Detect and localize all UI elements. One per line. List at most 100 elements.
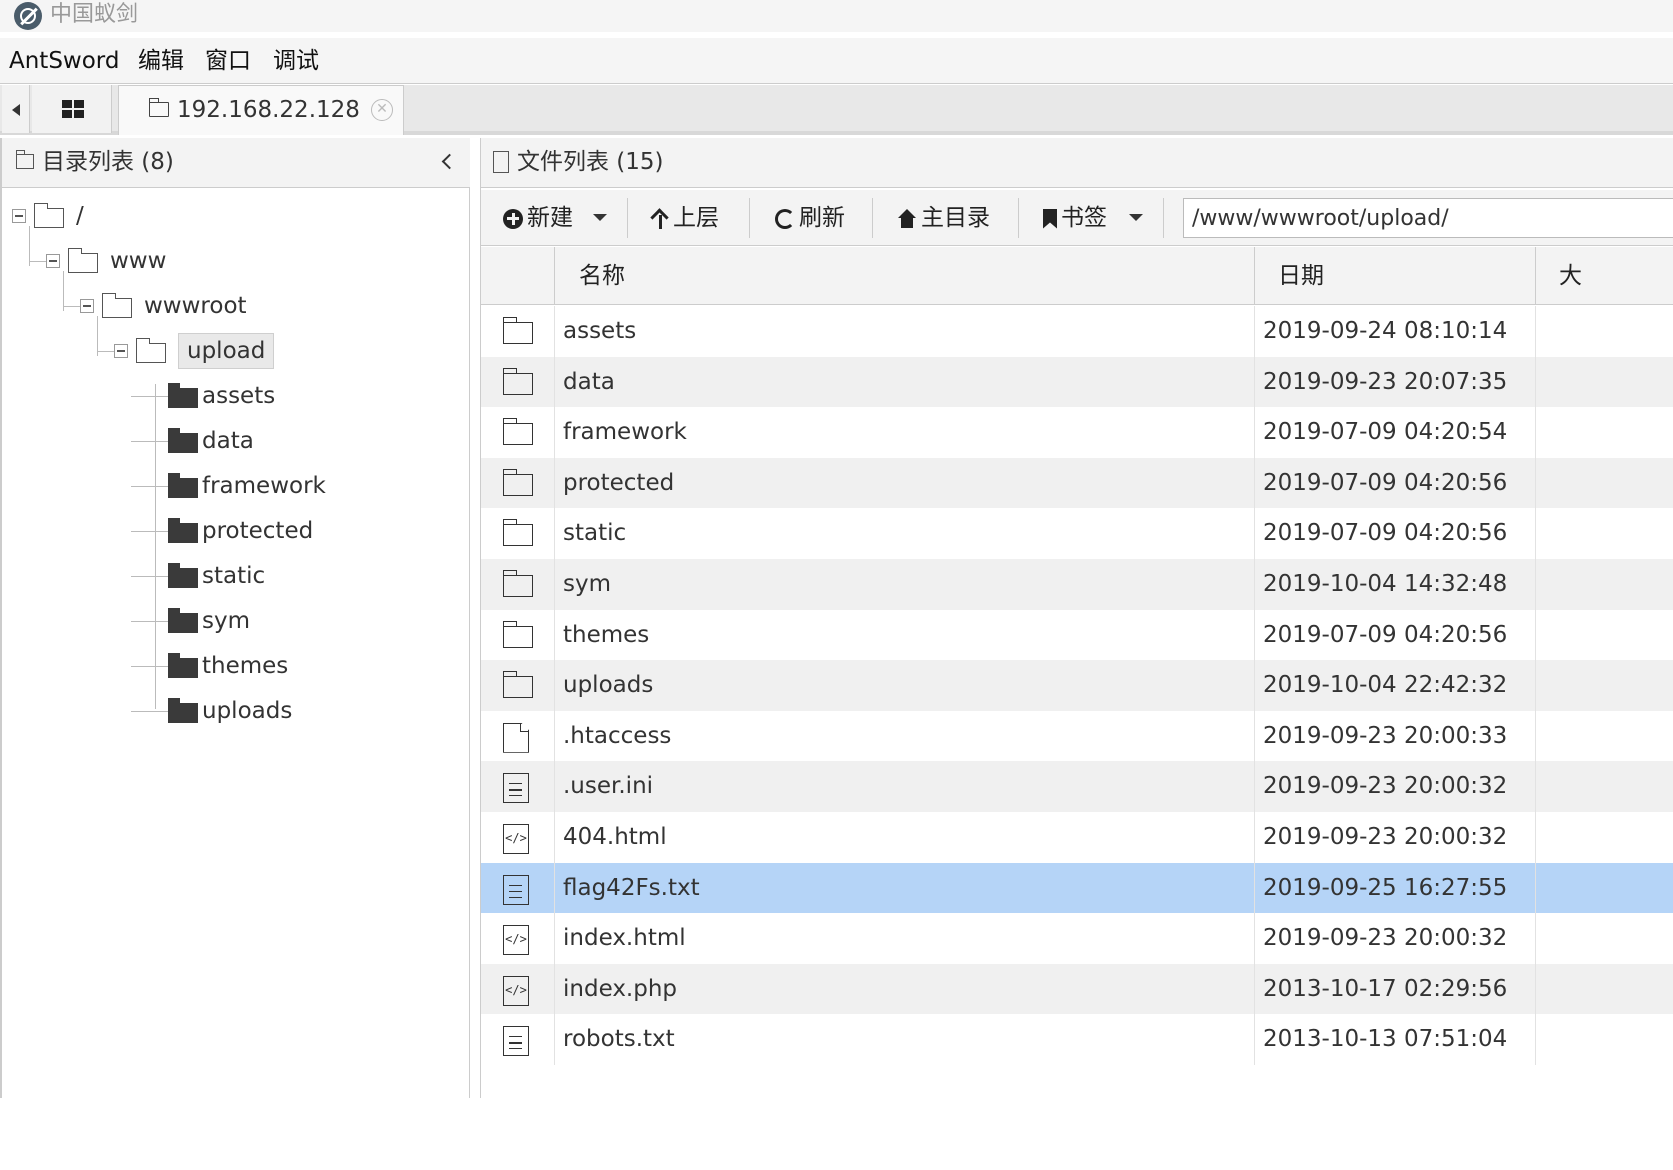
tree-node-uploads[interactable]: uploads xyxy=(148,693,442,729)
folder-icon xyxy=(168,518,198,543)
folder-icon xyxy=(168,428,198,453)
folder-icon xyxy=(148,98,169,117)
menu-debug[interactable]: 调试 xyxy=(273,38,319,84)
file-row[interactable]: themes 2019-07-09 04:20:56 xyxy=(481,609,1673,661)
file-row[interactable]: assets 2019-09-24 08:10:14 xyxy=(481,306,1673,357)
new-button[interactable]: 新建 xyxy=(503,198,573,238)
home-icon xyxy=(897,208,917,228)
file-row[interactable]: protected 2019-07-09 04:20:56 xyxy=(481,457,1673,509)
folder-icon xyxy=(502,671,533,699)
refresh-icon xyxy=(775,208,795,229)
file-name: robots.txt xyxy=(563,1026,675,1053)
file-date: 2019-09-25 16:27:55 xyxy=(1263,874,1508,901)
column-size-header[interactable]: 大 xyxy=(1559,247,1582,305)
file-row[interactable]: .user.ini 2019-09-23 20:00:32 xyxy=(481,761,1673,812)
tree-node-www[interactable]: www xyxy=(46,243,442,279)
folder-icon xyxy=(168,563,198,588)
tree-node-data[interactable]: data xyxy=(148,423,442,459)
tree-node-wwwroot[interactable]: wwwroot xyxy=(80,288,442,324)
tree-node-upload[interactable]: upload xyxy=(114,333,442,369)
tab-scroll-left-button[interactable] xyxy=(2,85,30,133)
refresh-button[interactable]: 刷新 xyxy=(775,198,845,238)
tree-node-static[interactable]: static xyxy=(148,558,442,594)
bookmark-dropdown-caret-icon[interactable] xyxy=(1129,214,1143,221)
menu-antsword[interactable]: AntSword xyxy=(9,38,119,84)
directory-panel: 目录列表 (8) / www wwwroot upload assets data fram… xyxy=(0,138,470,1098)
folder-icon xyxy=(502,367,533,395)
directory-panel-title: 目录列表 (8) xyxy=(42,149,174,175)
home-dir-label: 主目录 xyxy=(921,205,990,231)
text-file-icon xyxy=(503,874,529,905)
code-file-icon: </> xyxy=(503,925,529,956)
file-row[interactable]: </> 404.html 2019-09-23 20:00:32 xyxy=(481,811,1673,863)
file-date: 2013-10-13 07:51:04 xyxy=(1263,1026,1508,1053)
tree-node-label: protected xyxy=(202,518,314,544)
column-date-header[interactable]: 日期 xyxy=(1278,247,1324,305)
arrow-up-icon xyxy=(651,209,669,229)
tab-shell-session[interactable]: 192.168.22.128 ✕ xyxy=(118,85,404,135)
antsword-window: 中国蚁剑 AntSword 编辑 窗口 调试 192.168.22.128 ✕ … xyxy=(0,0,1673,1170)
folder-icon xyxy=(502,317,533,344)
file-row[interactable]: sym 2019-10-04 14:32:48 xyxy=(481,558,1673,610)
code-file-icon: </> xyxy=(503,975,529,1006)
folder-open-icon xyxy=(135,338,166,363)
file-date: 2019-07-09 04:20:56 xyxy=(1263,520,1508,547)
plus-circle-icon xyxy=(503,208,523,229)
file-row[interactable]: </> index.php 2013-10-17 02:29:56 xyxy=(481,963,1673,1015)
tree-node-root[interactable]: / xyxy=(12,198,442,234)
menu-edit[interactable]: 编辑 xyxy=(138,38,184,84)
tree-node-protected[interactable]: protected xyxy=(148,513,442,549)
file-icon xyxy=(503,722,529,753)
column-name-header[interactable]: 名称 xyxy=(579,247,625,305)
folder-open-icon xyxy=(67,248,98,273)
up-level-button[interactable]: 上层 xyxy=(651,198,719,238)
folder-icon xyxy=(502,519,533,547)
folder-open-icon xyxy=(33,203,64,228)
file-row[interactable]: .htaccess 2019-09-23 20:00:33 xyxy=(481,710,1673,762)
file-name: flag42Fs.txt xyxy=(563,874,700,901)
tree-node-framework[interactable]: framework xyxy=(148,468,442,504)
code-file-icon: </> xyxy=(503,823,529,854)
collapse-toggle-icon[interactable] xyxy=(80,299,94,313)
file-row[interactable]: robots.txt 2013-10-13 07:51:04 xyxy=(481,1014,1673,1065)
file-panel-header: 文件列表 (15) xyxy=(481,138,1673,188)
file-date: 2019-09-23 20:00:32 xyxy=(1263,773,1508,800)
collapse-toggle-icon[interactable] xyxy=(46,254,60,268)
file-name: uploads xyxy=(563,672,654,699)
app-title: 中国蚁剑 xyxy=(50,2,139,27)
folder-icon xyxy=(502,468,533,496)
tree-node-sym[interactable]: sym xyxy=(148,603,442,639)
file-row[interactable]: flag42Fs.txt 2019-09-25 16:27:55 xyxy=(481,862,1673,914)
tab-home[interactable] xyxy=(32,85,112,133)
home-dir-button[interactable]: 主目录 xyxy=(897,198,990,238)
file-row[interactable]: framework 2019-07-09 04:20:54 xyxy=(481,407,1673,458)
tree-node-assets[interactable]: assets xyxy=(148,378,442,414)
folder-open-icon xyxy=(101,293,132,318)
file-name: 404.html xyxy=(563,823,667,850)
grid-icon xyxy=(62,100,84,118)
file-name: framework xyxy=(563,419,687,446)
menu-window[interactable]: 窗口 xyxy=(205,38,251,84)
bookmark-label: 书签 xyxy=(1061,205,1107,231)
file-name: index.html xyxy=(563,925,686,952)
collapse-toggle-icon[interactable] xyxy=(12,209,26,223)
file-date: 2019-07-09 04:20:56 xyxy=(1263,621,1508,648)
new-button-label: 新建 xyxy=(527,205,573,231)
tab-close-icon[interactable]: ✕ xyxy=(371,99,393,121)
collapse-panel-icon[interactable] xyxy=(438,152,458,172)
new-dropdown-caret-icon[interactable] xyxy=(593,214,607,221)
bookmark-button[interactable]: 书签 xyxy=(1043,198,1107,238)
file-row[interactable]: </> index.html 2019-09-23 20:00:32 xyxy=(481,913,1673,964)
file-name: protected xyxy=(563,469,675,496)
file-name: assets xyxy=(563,318,637,344)
file-row[interactable]: uploads 2019-10-04 22:42:32 xyxy=(481,660,1673,711)
file-row[interactable]: static 2019-07-09 04:20:56 xyxy=(481,508,1673,559)
folder-icon xyxy=(502,569,533,597)
collapse-toggle-icon[interactable] xyxy=(114,344,128,358)
tree-node-themes[interactable]: themes xyxy=(148,648,442,684)
tab-bar: 192.168.22.128 ✕ xyxy=(0,85,1673,135)
up-level-label: 上层 xyxy=(673,205,719,231)
path-input[interactable] xyxy=(1183,198,1673,238)
tree-node-label: data xyxy=(202,428,254,454)
file-row[interactable]: data 2019-09-23 20:07:35 xyxy=(481,356,1673,408)
